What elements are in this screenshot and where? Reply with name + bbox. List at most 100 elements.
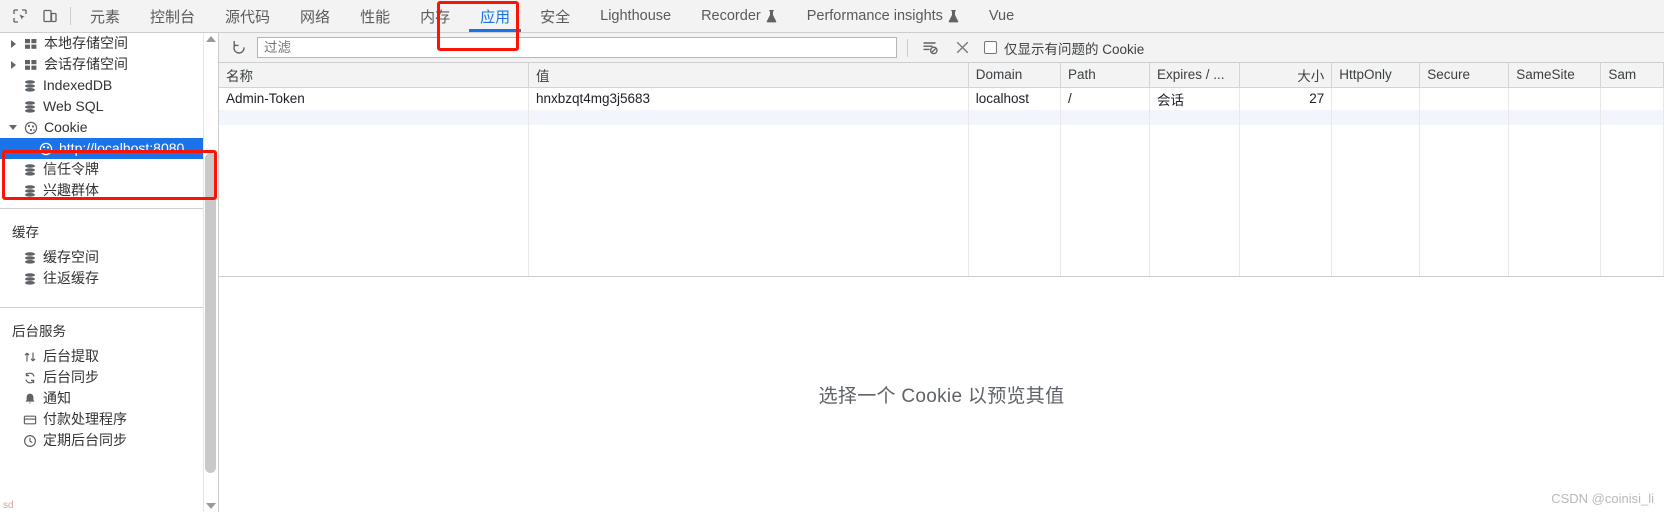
cookies-panel: 仅显示有问题的 Cookie 名称 值 Domain (219, 33, 1664, 512)
device-toolbar-icon[interactable] (40, 6, 60, 26)
col-header-value[interactable]: 值 (528, 63, 969, 88)
watermark: CSDN @coinisi_li (1551, 491, 1654, 506)
database-icon (22, 183, 38, 199)
sidebar-item-cookie-localhost[interactable]: http://localhost:8080 (0, 138, 218, 159)
tab-application[interactable]: 应用 (465, 0, 525, 32)
cell-name: Admin-Token (219, 87, 529, 110)
devtools-body: 本地存储空间 会话存储空间 IndexedDB Web SQL Cookie h… (0, 33, 1664, 512)
tab-vue[interactable]: Vue (974, 0, 1029, 32)
tab-label: Performance insights (806, 8, 943, 24)
toolbar-divider (70, 7, 71, 25)
scroll-up-arrow-icon[interactable] (206, 36, 216, 42)
tab-lighthouse[interactable]: Lighthouse (585, 0, 686, 32)
scroll-down-arrow-icon[interactable] (206, 503, 216, 509)
sidebar-item-label: 信任令牌 (43, 161, 99, 177)
inspect-element-icon[interactable] (10, 6, 30, 26)
tab-performance-insights[interactable]: Performance insights (792, 0, 974, 32)
tab-network[interactable]: 网络 (285, 0, 345, 32)
chevron-right-icon[interactable] (8, 39, 18, 48)
sidebar-item-background-fetch[interactable]: 后台提取 (0, 346, 218, 367)
clear-filtered-cookies-icon[interactable] (918, 36, 942, 60)
only-show-problem-cookies-checkbox[interactable]: 仅显示有问题的 Cookie (984, 38, 1144, 58)
sidebar-item-periodic-background-sync[interactable]: 定期后台同步 (0, 430, 218, 451)
tab-label: Recorder (701, 8, 761, 24)
cell-value: hnxbzqt4mg3j5683 (528, 87, 969, 110)
sidebar-scrollbar-thumb[interactable] (205, 153, 216, 473)
grid-storage-icon (23, 57, 39, 73)
experiment-flask-icon (766, 9, 777, 23)
clear-all-cookies-icon[interactable] (950, 36, 974, 60)
tab-console[interactable]: 控制台 (135, 0, 210, 32)
tab-performance[interactable]: 性能 (345, 0, 405, 32)
col-header-path[interactable]: Path (1060, 63, 1150, 88)
tab-memory[interactable]: 内存 (405, 0, 465, 32)
col-header-domain[interactable]: Domain (968, 63, 1061, 88)
cell-samesite (1508, 87, 1602, 110)
credit-card-icon (22, 412, 38, 428)
cell-secure (1419, 87, 1510, 110)
sidebar-item-local-storage[interactable]: 本地存储空间 (0, 33, 218, 54)
sidebar-item-label: 往返缓存 (43, 270, 99, 286)
devtools-toolbar: 元素 控制台 源代码 网络 性能 内存 应用 安全 Lighthouse Rec… (0, 0, 1664, 51)
sidebar-item-label: 本地存储空间 (44, 35, 128, 51)
col-header-secure[interactable]: Secure (1419, 63, 1510, 88)
sidebar-item-indexeddb[interactable]: IndexedDB (0, 75, 218, 96)
toolbar-left-icons (0, 0, 66, 32)
bell-icon (22, 391, 38, 407)
devtools-window: 元素 控制台 源代码 网络 性能 内存 应用 安全 Lighthouse Rec… (0, 0, 1664, 512)
cell-domain: localhost (968, 87, 1061, 110)
clock-icon (22, 433, 38, 449)
tab-label: 控制台 (150, 8, 196, 26)
sidebar-item-payment-handler[interactable]: 付款处理程序 (0, 409, 218, 430)
sidebar-item-label: Web SQL (43, 98, 104, 114)
cookie-icon (23, 120, 39, 136)
col-header-name[interactable]: 名称 (219, 63, 529, 88)
cell-httponly (1331, 87, 1421, 110)
table-header-row: 名称 值 Domain Path Expires / ... 大小 HttpOn… (219, 63, 1664, 88)
database-icon (22, 250, 38, 266)
tab-recorder[interactable]: Recorder (686, 0, 792, 32)
experiment-flask-icon (948, 9, 959, 23)
sidebar-item-label: 后台同步 (43, 369, 99, 385)
table-row[interactable]: Admin-Token hnxbzqt4mg3j5683 localhost /… (219, 87, 1664, 110)
col-header-httponly[interactable]: HttpOnly (1331, 63, 1421, 88)
col-header-expires[interactable]: Expires / ... (1149, 63, 1241, 88)
tab-sources[interactable]: 源代码 (210, 0, 285, 32)
col-header-sameparty[interactable]: Sam (1600, 63, 1664, 88)
sidebar-scrollbar[interactable] (203, 33, 218, 512)
tab-label: 内存 (420, 8, 451, 26)
sidebar-item-notifications[interactable]: 通知 (0, 388, 218, 409)
sidebar-item-label: 缓存空间 (43, 249, 99, 265)
sidebar-item-session-storage[interactable]: 会话存储空间 (0, 54, 218, 75)
background-fetch-icon (22, 349, 38, 365)
table-creation-row[interactable] (219, 110, 1664, 125)
chevron-right-icon[interactable] (8, 60, 18, 69)
sync-icon (22, 370, 38, 386)
sidebar-item-label: http://localhost:8080 (59, 140, 185, 156)
chevron-down-icon[interactable] (8, 125, 18, 130)
database-icon (22, 271, 38, 287)
cookies-table-container: 名称 值 Domain Path Expires / ... 大小 HttpOn… (219, 63, 1664, 277)
filter-input[interactable] (257, 37, 897, 58)
tab-elements[interactable]: 元素 (75, 0, 135, 32)
refresh-icon[interactable] (227, 36, 251, 60)
tab-label: 应用 (480, 8, 511, 26)
sidebar-item-background-sync[interactable]: 后台同步 (0, 367, 218, 388)
col-header-size[interactable]: 大小 (1239, 63, 1333, 88)
cell-expires: 会话 (1149, 87, 1241, 110)
sidebar-item-back-forward-cache[interactable]: 往返缓存 (0, 268, 218, 289)
sidebar-item-cookie[interactable]: Cookie (0, 117, 218, 138)
sidebar-item-web-sql[interactable]: Web SQL (0, 96, 218, 117)
cell-size: 27 (1239, 87, 1333, 110)
col-header-samesite[interactable]: SameSite (1508, 63, 1602, 88)
cookie-preview-pane: 选择一个 Cookie 以预览其值 CSDN @coinisi_li (219, 277, 1664, 512)
table-empty-space (219, 125, 1664, 276)
sidebar-item-label: 通知 (43, 390, 71, 406)
tab-label: 安全 (540, 8, 571, 26)
sidebar-item-interest-groups[interactable]: 兴趣群体 (0, 180, 218, 201)
sidebar-item-label: Cookie (44, 119, 88, 135)
sidebar-item-trust-tokens[interactable]: 信任令牌 (0, 159, 218, 180)
sidebar-item-cache-storage[interactable]: 缓存空间 (0, 247, 218, 268)
tab-security[interactable]: 安全 (525, 0, 585, 32)
checkbox-box[interactable] (984, 41, 997, 54)
